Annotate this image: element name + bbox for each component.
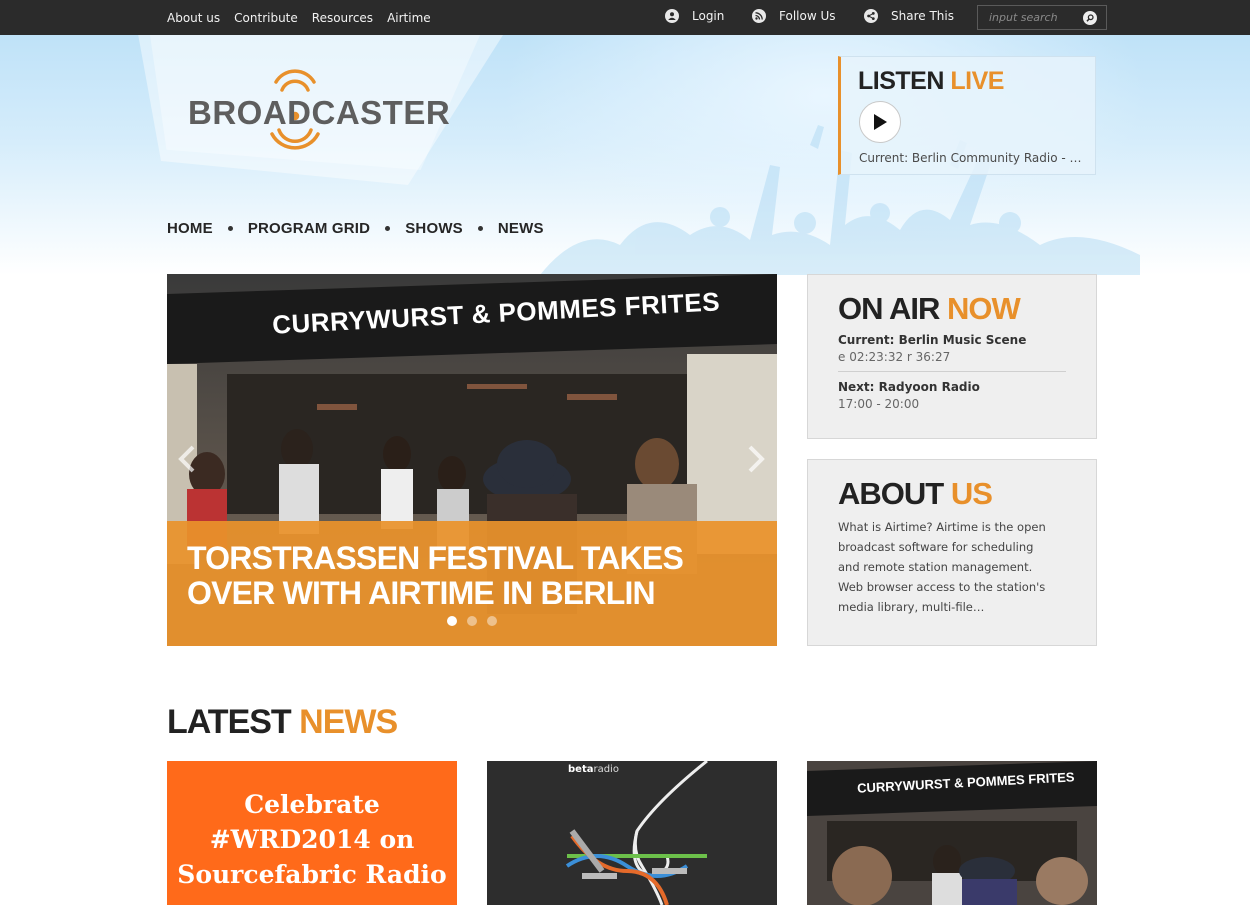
news-card-wrd2014[interactable]: Celebrate #WRD2014 on Sourcefabric Radio — [167, 761, 457, 905]
top-link-resources[interactable]: Resources — [312, 11, 373, 25]
chevron-right-icon — [748, 445, 765, 473]
broadcaster-logo[interactable]: BROADCASTER — [188, 68, 450, 158]
nav-program-grid[interactable]: PROGRAM GRID — [248, 220, 370, 237]
about-title: ABOUT US — [838, 476, 993, 511]
share-icon — [864, 9, 878, 23]
on-air-title: ON AIR NOW — [838, 291, 1021, 326]
listen-live-panel: LISTEN LIVE Current: Berlin Community Ra… — [838, 56, 1096, 175]
nav-shows[interactable]: SHOWS — [405, 220, 463, 237]
on-air-now-box: ON AIR NOW Current: Berlin Music Scene e… — [807, 274, 1097, 439]
about-text: What is Airtime? Airtime is the open bro… — [838, 520, 1046, 614]
play-icon — [874, 114, 887, 130]
latest-news-title: LATEST NEWS — [167, 703, 398, 741]
slide-title[interactable]: TORSTRASSEN FESTIVAL TAKES OVER WITH AIR… — [187, 541, 757, 611]
nav-home[interactable]: HOME — [167, 220, 213, 237]
search-box — [977, 5, 1107, 30]
slider-dot-1[interactable] — [447, 616, 457, 626]
login-link[interactable]: Login — [665, 9, 724, 23]
on-air-next: Next: Radyoon Radio — [838, 380, 980, 394]
on-air-current: Current: Berlin Music Scene — [838, 333, 1027, 347]
nav-news[interactable]: NEWS — [498, 220, 544, 237]
top-link-contribute[interactable]: Contribute — [234, 11, 298, 25]
on-air-next-time: 17:00 - 20:00 — [838, 397, 920, 411]
follow-label: Follow Us — [779, 9, 836, 23]
divider — [838, 371, 1066, 372]
share-label: Share This — [891, 9, 954, 23]
listen-live-title: LISTEN LIVE — [858, 67, 1004, 95]
slider-pagination — [447, 616, 497, 626]
rss-icon — [752, 9, 766, 23]
search-icon[interactable] — [1083, 11, 1097, 25]
slide-caption: TORSTRASSEN FESTIVAL TAKES OVER WITH AIR… — [167, 521, 777, 646]
slider-next-arrow[interactable] — [742, 444, 768, 474]
chevron-left-icon — [178, 445, 195, 473]
top-link-airtime[interactable]: Airtime — [387, 11, 431, 25]
play-button[interactable] — [859, 101, 901, 143]
featured-slider[interactable]: CURRYWURST & POMMES FRITES TORSTRASSEN F… — [167, 274, 777, 646]
news-card-image-text: Celebrate #WRD2014 on Sourcefabric Radio — [177, 790, 447, 889]
on-air-current-time: e 02:23:32 r 36:27 — [838, 350, 951, 364]
top-link-about-us[interactable]: About us — [167, 11, 220, 25]
about-us-box: ABOUT US What is Airtime? Airtime is the… — [807, 459, 1097, 646]
slider-dot-3[interactable] — [487, 616, 497, 626]
share-link[interactable]: Share This — [864, 9, 954, 23]
news-card-torstrassen[interactable]: CURRYWURST & POMMES FRITES — [807, 761, 1097, 905]
login-label: Login — [692, 9, 725, 23]
logo-text: BROADCASTER — [188, 94, 451, 131]
top-nav: About us Contribute Resources Airtime — [167, 0, 431, 35]
cables-illustration — [565, 761, 708, 905]
news-card-betaradio[interactable]: betaradio — [487, 761, 777, 905]
slider-prev-arrow[interactable] — [175, 444, 201, 474]
search-input[interactable] — [978, 7, 1078, 28]
top-bar: About us Contribute Resources Airtime Lo… — [0, 0, 1250, 35]
main-nav: HOME PROGRAM GRID SHOWS NEWS — [167, 220, 544, 237]
slider-dot-2[interactable] — [467, 616, 477, 626]
listen-current-track: Current: Berlin Community Radio - About — [859, 151, 1089, 165]
follow-link[interactable]: Follow Us — [752, 9, 836, 23]
user-icon — [665, 9, 679, 23]
